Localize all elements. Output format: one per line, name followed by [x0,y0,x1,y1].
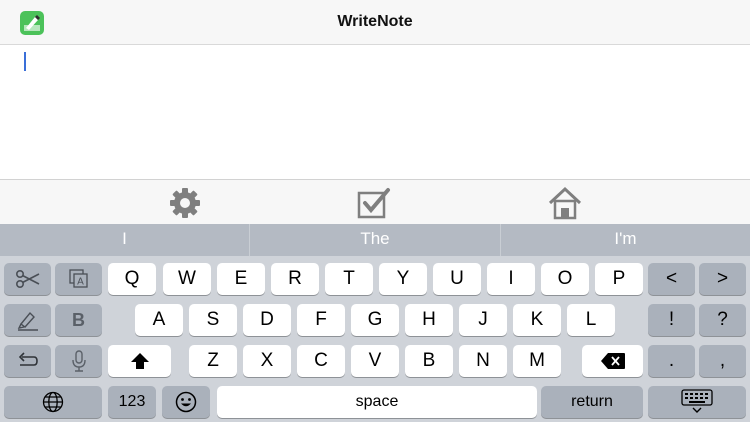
key-s[interactable]: S [189,304,237,336]
emoji-key[interactable] [162,386,210,418]
home-button[interactable] [545,184,585,222]
key-f[interactable]: F [297,304,345,336]
globe-icon [42,391,64,413]
suggestion-item[interactable]: I'm [501,224,750,256]
hide-keyboard-key[interactable] [648,386,746,418]
key-u[interactable]: U [433,263,481,295]
suggestion-item[interactable]: I [0,224,249,256]
checkbox-icon [357,188,390,219]
copy-key[interactable]: A [55,263,102,295]
microphone-icon [71,350,86,372]
keyboard-dismiss-icon [681,389,713,413]
key-k[interactable]: K [513,304,561,336]
comma-key[interactable]: , [699,345,746,377]
key-g[interactable]: G [351,304,399,336]
key-w[interactable]: W [163,263,211,295]
home-icon [548,186,582,220]
key-t[interactable]: T [325,263,373,295]
period-key[interactable]: . [648,345,695,377]
key-y[interactable]: Y [379,263,427,295]
key-b[interactable]: B [405,345,453,377]
left-arrow-key[interactable]: < [648,263,695,295]
shift-arrow-icon [130,353,149,369]
language-key[interactable] [4,386,102,418]
cut-key[interactable] [4,263,51,295]
editor-toolbar [0,179,750,224]
numbers-key[interactable]: 123 [108,386,156,418]
key-j[interactable]: J [459,304,507,336]
settings-button[interactable] [165,184,205,222]
suggestion-item[interactable]: The [250,224,500,256]
highlight-key[interactable] [4,304,51,336]
right-arrow-key[interactable]: > [699,263,746,295]
question-key[interactable]: ? [699,304,746,336]
shift-key[interactable] [108,345,171,377]
key-e[interactable]: E [217,263,265,295]
key-r[interactable]: R [271,263,319,295]
title-bar: WriteNote [0,0,750,45]
scissors-icon [15,269,39,289]
key-q[interactable]: Q [108,263,156,295]
highlighter-icon [17,311,38,331]
key-c[interactable]: C [297,345,345,377]
delete-key[interactable] [582,345,643,377]
key-d[interactable]: D [243,304,291,336]
suggestion-bar: I The I'm [0,224,750,256]
key-o[interactable]: O [541,263,589,295]
key-l[interactable]: L [567,304,615,336]
key-i[interactable]: I [487,263,535,295]
dictation-key[interactable] [55,345,102,377]
text-cursor [24,52,26,71]
exclamation-key[interactable]: ! [648,304,695,336]
bold-key[interactable]: B [55,304,102,336]
key-h[interactable]: H [405,304,453,336]
svg-text:A: A [77,277,84,288]
gear-icon [170,188,200,218]
emoji-icon [175,391,197,413]
key-a[interactable]: A [135,304,183,336]
key-p[interactable]: P [595,263,643,295]
key-z[interactable]: Z [189,345,237,377]
undo-key[interactable] [4,345,51,377]
copy-icon: A [68,269,88,288]
page-title: WriteNote [337,13,413,30]
return-key[interactable]: return [541,386,643,418]
key-v[interactable]: V [351,345,399,377]
key-m[interactable]: M [513,345,561,377]
undo-icon [18,352,38,366]
backspace-icon [600,353,625,369]
checklist-button[interactable] [354,184,394,222]
space-key[interactable]: space [217,386,537,418]
note-editor[interactable] [0,45,750,179]
key-x[interactable]: X [243,345,291,377]
key-n[interactable]: N [459,345,507,377]
